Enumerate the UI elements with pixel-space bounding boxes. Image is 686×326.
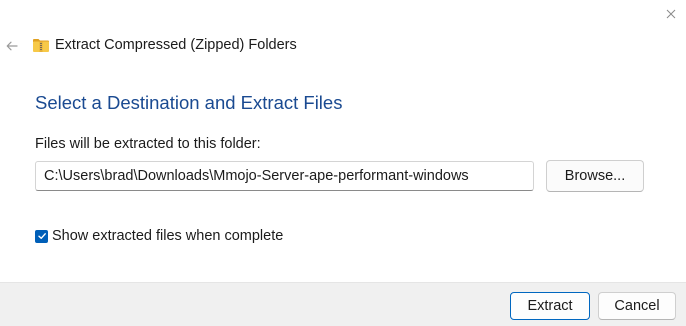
page-heading: Select a Destination and Extract Files [35, 92, 343, 113]
close-icon [666, 9, 676, 19]
show-files-option[interactable]: Show extracted files when complete [35, 227, 283, 245]
show-files-label: Show extracted files when complete [52, 228, 284, 244]
checkmark-icon [37, 233, 46, 239]
destination-label: Files will be extracted to this folder: [35, 136, 261, 152]
extract-button[interactable]: Extract [510, 292, 590, 320]
window-title: Extract Compressed (Zipped) Folders [55, 37, 297, 53]
cancel-button[interactable]: Cancel [598, 292, 676, 320]
close-button[interactable] [660, 4, 682, 24]
extract-dialog: Extract Compressed (Zipped) Folders Sele… [0, 0, 686, 326]
zipped-folder-icon [33, 39, 49, 52]
back-button[interactable] [2, 36, 22, 56]
destination-path-input[interactable] [35, 161, 534, 191]
show-files-checkbox[interactable] [35, 229, 48, 243]
back-arrow-icon [6, 41, 18, 51]
browse-button[interactable]: Browse... [546, 160, 644, 192]
